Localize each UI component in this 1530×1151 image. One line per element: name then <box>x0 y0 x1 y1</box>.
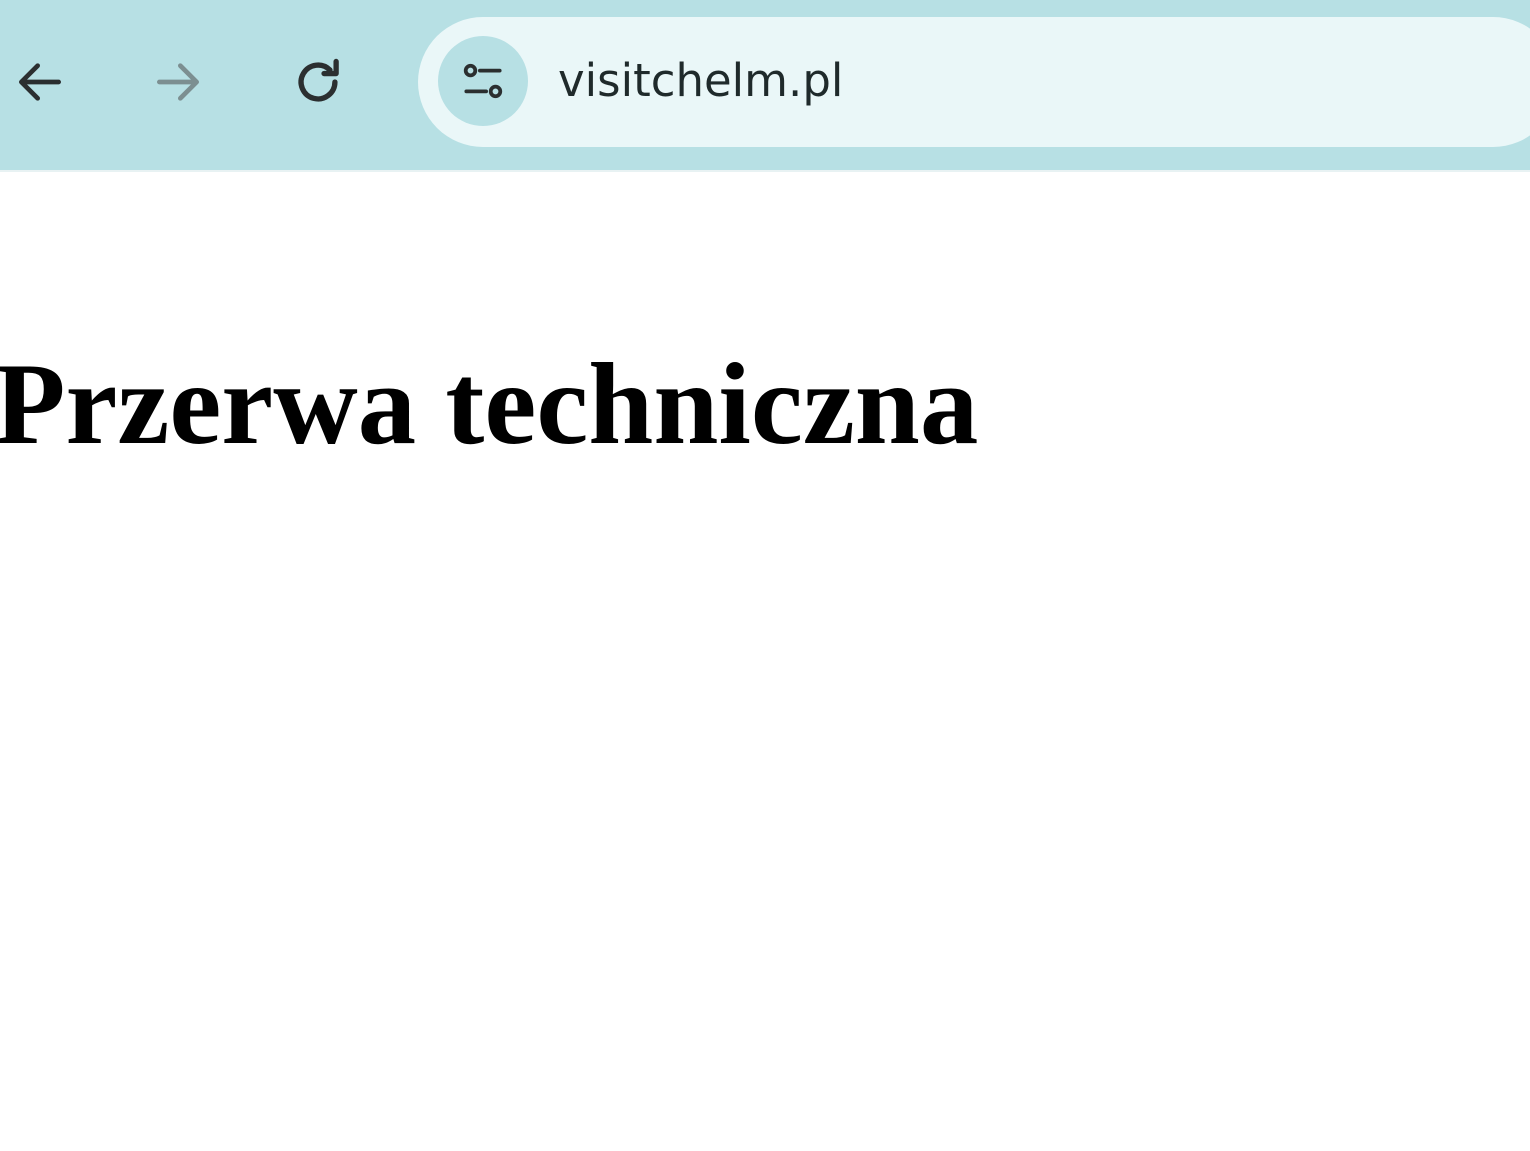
url-text[interactable]: visitchelm.pl <box>558 51 843 111</box>
site-info-button[interactable] <box>438 36 528 126</box>
back-button[interactable] <box>0 42 80 122</box>
page-heading: Przerwa techniczna <box>0 340 979 469</box>
address-bar[interactable]: visitchelm.pl <box>418 17 1530 147</box>
arrow-right-icon <box>157 63 200 101</box>
reload-button[interactable] <box>278 42 358 122</box>
browser-toolbar: visitchelm.pl <box>0 0 1530 170</box>
forward-button[interactable] <box>138 42 218 122</box>
toolbar-divider <box>0 170 1530 172</box>
tune-icon <box>463 63 503 99</box>
arrow-left-icon <box>19 63 62 101</box>
reload-icon <box>298 58 339 102</box>
